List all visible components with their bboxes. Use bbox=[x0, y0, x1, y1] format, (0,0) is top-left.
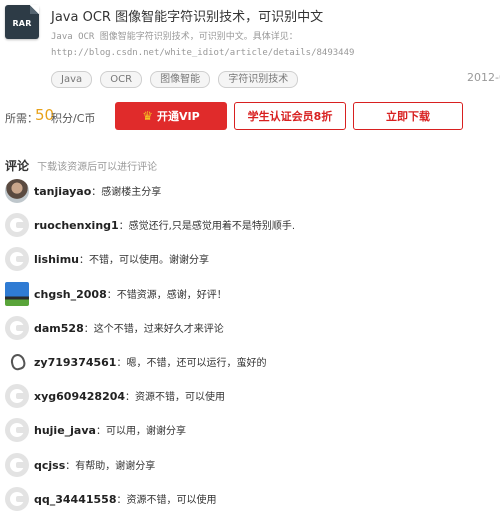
tag-ocr[interactable]: OCR bbox=[100, 71, 143, 88]
user-avatar[interactable] bbox=[5, 213, 29, 238]
comment-text: ：资源不错，可以使用 bbox=[116, 494, 217, 506]
tag-java[interactable]: Java bbox=[51, 71, 93, 88]
tag-list: Java OCR 图像智能 字符识别技术 bbox=[51, 67, 301, 88]
comment-username[interactable]: tanjiayao bbox=[34, 185, 91, 198]
user-avatar[interactable] bbox=[5, 247, 29, 272]
comment-username[interactable]: hujie_java bbox=[34, 424, 96, 437]
user-avatar[interactable] bbox=[5, 281, 29, 306]
tag-character-recognition[interactable]: 字符识别技术 bbox=[218, 71, 299, 88]
comment-text: ：感觉还行,只是感觉用着不是特别顺手. bbox=[118, 221, 296, 233]
comment-item: zy719374561：嗯，不错，还可以运行，蛮好的 bbox=[0, 349, 500, 384]
file-type-label: RAR bbox=[12, 19, 32, 28]
comment-text: ：这个不错，过来好久才来评论 bbox=[83, 323, 224, 335]
comment-username[interactable]: zy719374561 bbox=[34, 356, 116, 369]
user-avatar[interactable] bbox=[5, 349, 29, 374]
comment-item: tanjiayao：感谢楼主分享 bbox=[0, 179, 500, 213]
comment-text: ：可以用，谢谢分享 bbox=[95, 426, 186, 438]
comment-item: hujie_java：可以用，谢谢分享 bbox=[0, 418, 500, 452]
tag-image-intelligence[interactable]: 图像智能 bbox=[150, 71, 211, 88]
user-avatar[interactable] bbox=[5, 315, 29, 340]
comment-text: ：有帮助，谢谢分享 bbox=[65, 460, 156, 472]
comment-text: ：感谢楼主分享 bbox=[91, 187, 162, 198]
comment-item: dam528：这个不错，过来好久才来评论 bbox=[0, 315, 500, 350]
download-button[interactable]: 立即下载 bbox=[353, 102, 463, 130]
open-vip-label: 开通VIP bbox=[157, 110, 200, 123]
comment-text: ：资源不错，可以使用 bbox=[125, 392, 226, 404]
comment-username[interactable]: xyg609428204 bbox=[34, 390, 125, 403]
user-avatar[interactable] bbox=[5, 384, 29, 409]
price-action-row: 所需： 50 积分/C币 ♛ 开通VIP 学生认证会员8折 立即下载 bbox=[0, 100, 500, 136]
comment-item: xyg609428204：资源不错，可以使用 bbox=[0, 384, 500, 418]
comment-item: qcjss：有帮助，谢谢分享 bbox=[0, 452, 500, 487]
comment-text: ：不错资源，感谢，好评！ bbox=[106, 289, 227, 301]
comment-text: ：嗯，不错，还可以运行，蛮好的 bbox=[116, 357, 267, 369]
comment-username[interactable]: qcjss bbox=[34, 459, 65, 472]
user-avatar[interactable] bbox=[5, 179, 29, 203]
comment-username[interactable]: ruochenxing1 bbox=[34, 219, 119, 232]
upload-date: 2012-0 bbox=[467, 71, 500, 84]
price-label: 所需： bbox=[5, 112, 38, 125]
rar-file-icon: RAR bbox=[5, 5, 39, 39]
resource-description: Java OCR 图像智能字符识别技术，可识别中文。具体详见：http://bl… bbox=[51, 32, 355, 58]
comment-item: lishimu：不错，可以使用。谢谢分享 bbox=[0, 247, 500, 281]
comment-item: ruochenxing1：感觉还行,只是感觉用着不是特别顺手. bbox=[0, 213, 500, 247]
comment-list: tanjiayao：感谢楼主分享 ruochenxing1：感觉还行,只是感觉用… bbox=[0, 179, 500, 521]
crown-icon: ♛ bbox=[142, 109, 154, 123]
student-discount-button[interactable]: 学生认证会员8折 bbox=[234, 102, 346, 130]
price-unit: 积分/C币 bbox=[51, 112, 96, 125]
comment-username[interactable]: chgsh_2008 bbox=[34, 288, 107, 301]
comment-username[interactable]: qq_34441558 bbox=[34, 493, 116, 506]
comment-username[interactable]: lishimu bbox=[34, 253, 79, 266]
resource-header: RAR Java OCR 图像智能字符识别技术，可识别中文 Java OCR 图… bbox=[0, 0, 500, 96]
comment-text: ：不错，可以使用。谢谢分享 bbox=[78, 255, 209, 267]
comment-username[interactable]: dam528 bbox=[34, 322, 84, 335]
comment-item: qq_34441558：资源不错，可以使用 bbox=[0, 486, 500, 521]
comments-header: 评论 下载该资源后可以进行评论 bbox=[5, 155, 157, 174]
comment-item: chgsh_2008：不错资源，感谢，好评！ bbox=[0, 281, 500, 316]
open-vip-button[interactable]: ♛ 开通VIP bbox=[115, 102, 227, 130]
resource-title: Java OCR 图像智能字符识别技术，可识别中文 bbox=[51, 10, 324, 25]
user-avatar[interactable] bbox=[5, 418, 29, 443]
user-avatar[interactable] bbox=[5, 486, 29, 511]
user-avatar[interactable] bbox=[5, 452, 29, 477]
comments-note: 下载该资源后可以进行评论 bbox=[37, 162, 158, 173]
comments-title: 评论 bbox=[5, 159, 30, 173]
